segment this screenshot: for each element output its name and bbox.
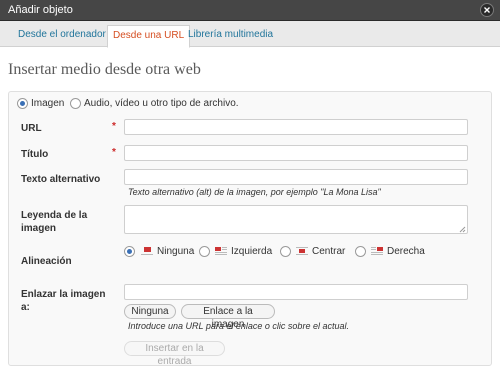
window-title: Añadir objeto xyxy=(8,4,73,16)
align-left-icon xyxy=(214,246,228,256)
align-centrar-label: Centrar xyxy=(312,246,346,257)
media-tabs: Desde el ordenador Desde una URL Librerí… xyxy=(0,21,500,48)
alt-text-label: Texto alternativo xyxy=(21,174,101,185)
link-label-line1: Enlazar la imagen xyxy=(21,289,106,300)
alt-text-help: Texto alternativo (alt) de la imagen, po… xyxy=(128,187,381,197)
media-type-imagen-radio[interactable] xyxy=(17,98,28,109)
titulo-label: Título xyxy=(21,149,49,160)
caption-label-line1: Leyenda de la xyxy=(21,210,88,221)
titulo-input[interactable] xyxy=(124,145,468,161)
media-type-audio-radio[interactable] xyxy=(70,98,81,109)
align-izquierda-radio[interactable] xyxy=(199,246,210,257)
align-centrar-radio[interactable] xyxy=(280,246,291,257)
link-url-input[interactable] xyxy=(124,284,468,300)
alt-text-input[interactable] xyxy=(124,169,468,185)
align-none-icon xyxy=(140,246,154,256)
insert-into-post-button[interactable]: Insertar en la entrada xyxy=(124,341,225,367)
page-title: Insertar medio desde otra web xyxy=(8,61,201,78)
align-center-icon xyxy=(295,246,309,256)
align-label: Alineación xyxy=(21,256,72,267)
link-none-button[interactable]: Ninguna xyxy=(124,304,176,319)
align-ninguna-radio[interactable] xyxy=(124,246,135,257)
resize-grip-icon[interactable] xyxy=(459,225,466,233)
align-right-icon xyxy=(370,246,384,256)
close-icon[interactable] xyxy=(480,3,494,17)
align-derecha-label: Derecha xyxy=(387,246,425,257)
caption-textarea[interactable] xyxy=(124,205,468,234)
url-required-mark: * xyxy=(112,121,116,132)
align-izquierda-label: Izquierda xyxy=(231,246,273,257)
link-label-line2: a: xyxy=(21,302,30,313)
align-derecha-radio[interactable] xyxy=(355,246,366,257)
tab-desde-el-ordenador[interactable]: Desde el ordenador xyxy=(13,25,111,47)
tab-desde-una-url[interactable]: Desde una URL xyxy=(107,25,191,48)
titulo-required-mark: * xyxy=(112,147,116,158)
caption-label-line2: imagen xyxy=(21,223,57,234)
media-type-imagen-label: Imagen xyxy=(31,98,65,109)
media-type-audio-label: Audio, vídeo u otro tipo de archivo. xyxy=(84,98,239,109)
url-input[interactable] xyxy=(124,119,468,135)
align-ninguna-label: Ninguna xyxy=(157,246,195,257)
tab-libreria-multimedia[interactable]: Librería multimedia xyxy=(183,25,278,47)
url-label: URL xyxy=(21,123,42,134)
link-to-image-button[interactable]: Enlace a la imagen xyxy=(181,304,275,330)
window-titlebar: Añadir objeto xyxy=(0,0,500,21)
link-help: Introduce una URL para el enlace o clic … xyxy=(128,321,349,331)
